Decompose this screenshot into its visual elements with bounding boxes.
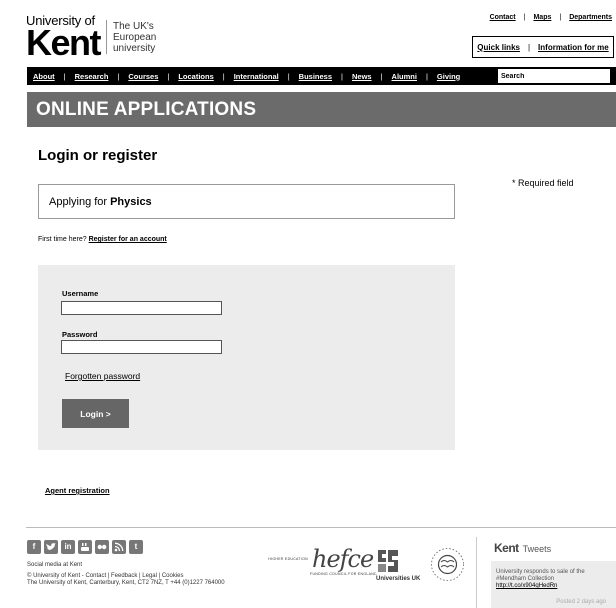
separator: | <box>559 14 562 21</box>
tweet-time: Posted 2 days ago <box>556 599 606 605</box>
youtube-icon[interactable] <box>78 540 92 554</box>
tweets-kent: Kent <box>494 541 519 555</box>
nav-separator: | <box>222 71 225 81</box>
tweet-text-1: University responds to sale of the <box>496 569 585 575</box>
tweet-box: University responds to sale of the #Mend… <box>491 561 616 608</box>
logo-tagline: The UK's European university <box>113 21 156 54</box>
information-for-me-link[interactable]: Information for me <box>538 43 609 52</box>
applying-prefix: Applying for <box>49 195 108 208</box>
hefce-logo[interactable]: HIGHER EDUCATION hefce FUNDING COUNCIL F… <box>268 545 376 576</box>
tweet-link[interactable]: http://t.co/x904qHedRn <box>496 583 557 589</box>
maps-link[interactable]: Maps <box>533 14 551 21</box>
logo-divider <box>106 20 107 54</box>
tagline-line-2: European <box>113 32 157 43</box>
separator: | <box>527 42 531 52</box>
universities-uk-logo-icon[interactable] <box>376 548 400 574</box>
crest-seal-icon[interactable] <box>430 547 465 582</box>
page-title: Login or register <box>38 147 158 164</box>
copyright: © University of Kent - Contact | Feedbac… <box>27 573 225 587</box>
tagline-line-1: The UK's <box>113 21 154 32</box>
rss-icon[interactable] <box>112 540 126 554</box>
social-icons: f in t <box>27 540 143 554</box>
nav-news[interactable]: News <box>352 72 372 81</box>
nav-courses[interactable]: Courses <box>128 72 158 81</box>
login-button[interactable]: Login > <box>62 399 129 428</box>
tweets-label: Tweets <box>522 544 552 554</box>
agent-registration-link[interactable]: Agent registration <box>45 486 110 495</box>
quick-links-link[interactable]: Quick links <box>477 43 520 52</box>
university-logo[interactable]: University of Kent The UK's European uni… <box>26 14 156 61</box>
search-input[interactable] <box>498 69 610 83</box>
nav-locations[interactable]: Locations <box>178 72 213 81</box>
linkedin-icon[interactable]: in <box>61 540 75 554</box>
hefce-wordmark: hefce <box>312 545 374 573</box>
nav-business[interactable]: Business <box>299 72 332 81</box>
footer-divider <box>26 527 616 528</box>
username-input[interactable] <box>61 301 222 315</box>
nav-alumni[interactable]: Alumni <box>392 72 417 81</box>
copyright-line-1: © University of Kent - Contact | Feedbac… <box>27 573 184 579</box>
applying-subject: Physics <box>110 195 152 208</box>
nav-separator: | <box>167 71 170 81</box>
logo-wordmark: University of Kent <box>26 14 102 63</box>
nav-separator: | <box>63 71 66 81</box>
nav-separator: | <box>425 71 428 81</box>
register-link[interactable]: Register for an account <box>89 236 167 243</box>
applying-for-box: Applying for Physics <box>38 184 455 219</box>
universities-uk-label: Universities UK <box>376 576 421 582</box>
flickr-icon[interactable] <box>95 540 109 554</box>
top-links: Contact | Maps | Departments <box>490 14 612 21</box>
social-media-label: Social media at Kent <box>27 562 83 568</box>
nav-separator: | <box>117 71 120 81</box>
login-panel: Username Password Forgotten password Log… <box>38 265 455 450</box>
main-nav: About | Research | Courses | Locations |… <box>27 67 616 85</box>
first-time-line: First time here? Register for an account <box>38 236 167 243</box>
departments-link[interactable]: Departments <box>569 14 612 21</box>
tumblr-icon[interactable]: t <box>129 540 143 554</box>
footer-vertical-divider <box>476 537 477 608</box>
facebook-icon[interactable]: f <box>27 540 41 554</box>
first-time-text: First time here? <box>38 236 87 243</box>
page-banner: ONLINE APPLICATIONS <box>27 92 616 127</box>
nav-separator: | <box>341 71 343 81</box>
separator: | <box>523 14 526 21</box>
nav-research[interactable]: Research <box>75 72 109 81</box>
twitter-icon[interactable] <box>44 540 58 554</box>
forgotten-password-link[interactable]: Forgotten password <box>65 371 140 381</box>
username-label: Username <box>62 289 99 298</box>
nav-giving[interactable]: Giving <box>437 72 460 81</box>
tweets-header: Kent Tweets <box>494 541 551 555</box>
quick-links-box: Quick links | Information for me <box>472 36 614 58</box>
tagline-line-3: university <box>113 43 156 54</box>
tweet-text-2: #Mendham Collection <box>496 576 555 582</box>
logo-kent: Kent <box>26 22 102 63</box>
nav-separator: | <box>380 71 383 81</box>
password-input[interactable] <box>61 340 222 354</box>
nav-separator: | <box>287 71 290 81</box>
hefce-funding-council: FUNDING COUNCIL FOR ENGLAND <box>310 572 377 576</box>
nav-about[interactable]: About <box>33 72 55 81</box>
nav-international[interactable]: International <box>234 72 279 81</box>
password-label: Password <box>62 330 98 339</box>
hefce-higher-education: HIGHER EDUCATION <box>268 557 308 561</box>
copyright-line-2: The University of Kent, Canterbury, Kent… <box>27 580 225 586</box>
contact-link[interactable]: Contact <box>490 14 516 21</box>
required-field-note: * Required field <box>512 178 574 188</box>
